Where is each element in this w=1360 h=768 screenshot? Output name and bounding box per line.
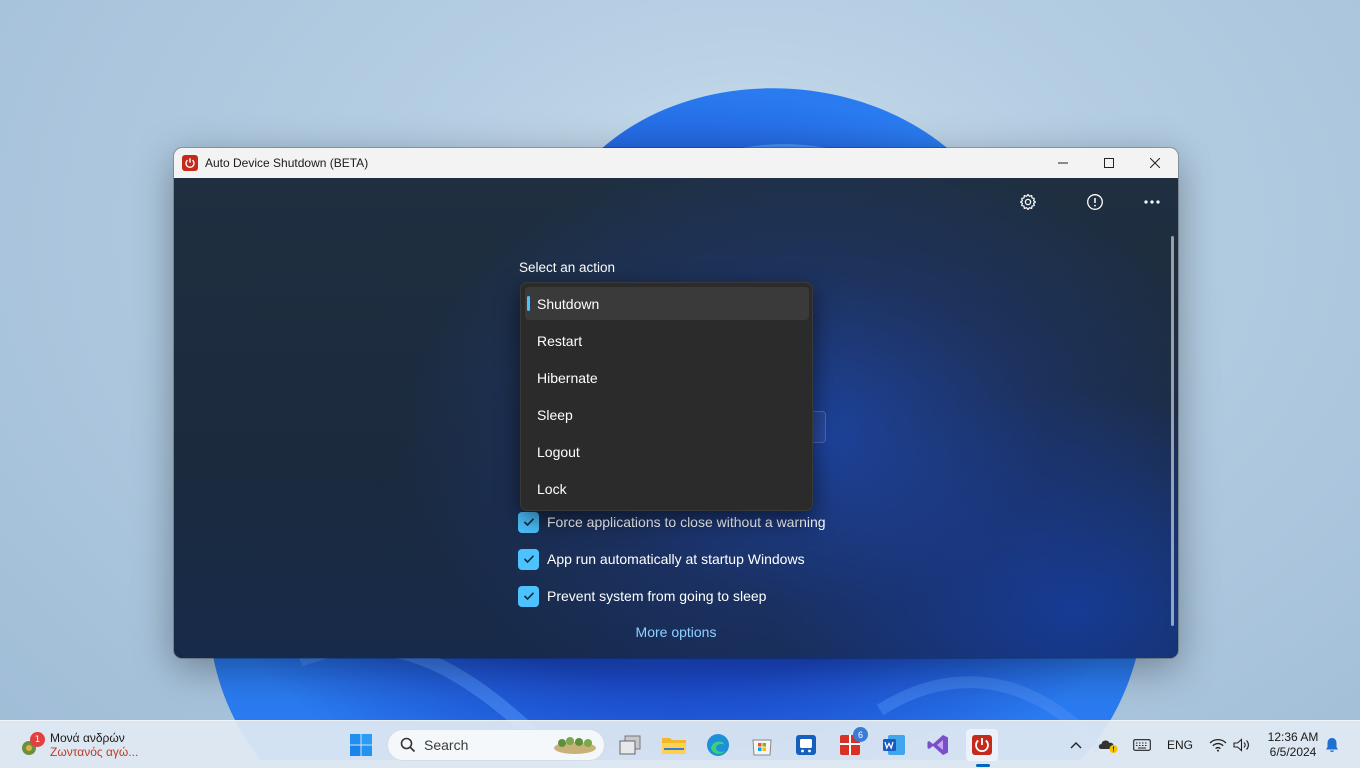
show-hidden-icons-button[interactable] [1062, 729, 1090, 761]
dropdown-option-restart[interactable]: Restart [525, 324, 809, 357]
info-icon [1087, 194, 1103, 210]
active-indicator [976, 764, 990, 767]
keyboard-icon [1133, 739, 1151, 751]
dropdown-option-logout[interactable]: Logout [525, 435, 809, 468]
dropdown-option-lock[interactable]: Lock [525, 472, 809, 505]
cloud-warning-icon [1098, 740, 1118, 753]
gear-icon [1020, 193, 1036, 211]
volume-button[interactable] [1228, 729, 1256, 761]
more-button[interactable] [1135, 188, 1169, 216]
visual-studio-button[interactable] [922, 729, 954, 761]
notification-badge: 6 [853, 727, 868, 742]
store-button[interactable] [746, 729, 778, 761]
checkmark-icon[interactable] [518, 585, 539, 607]
checkbox-label: Force applications to close without a wa… [547, 514, 826, 530]
checkbox-label: Prevent system from going to sleep [547, 588, 767, 604]
edge-icon [707, 734, 729, 756]
minimize-icon [1058, 162, 1068, 164]
file-explorer-button[interactable] [658, 729, 690, 761]
action-dropdown-list: Shutdown Restart Hibernate Sleep Logout … [520, 282, 813, 511]
search-highlight-icon [554, 737, 596, 754]
notifications-button[interactable] [1318, 729, 1346, 761]
more-options-link[interactable]: More options [174, 624, 1178, 640]
scrollbar[interactable] [1171, 236, 1174, 626]
wifi-icon [1209, 738, 1227, 752]
window-title: Auto Device Shutdown (BETA) [205, 156, 369, 170]
maximize-icon [1104, 158, 1114, 168]
option-label: Sleep [537, 406, 573, 423]
option-label: Lock [537, 480, 567, 497]
taskbar-search[interactable]: Search [387, 729, 605, 761]
transit-app-button[interactable] [790, 729, 822, 761]
chevron-up-icon [1070, 742, 1082, 749]
speaker-icon [1233, 738, 1249, 752]
checkmark-icon[interactable] [518, 548, 539, 570]
task-view-icon [619, 735, 641, 755]
checkbox-prevent-sleep[interactable]: Prevent system from going to sleep [518, 585, 766, 607]
edge-button[interactable] [702, 729, 734, 761]
task-view-button[interactable] [614, 729, 646, 761]
option-label: Hibernate [537, 369, 598, 386]
input-language[interactable]: ENG [1167, 738, 1193, 752]
auto-shutdown-app-button[interactable] [966, 729, 998, 767]
option-label: Restart [537, 332, 583, 349]
power-icon [182, 155, 198, 171]
onedrive-button[interactable] [1094, 729, 1122, 761]
search-icon [400, 737, 416, 753]
notification-badge: 1 [30, 732, 45, 747]
search-label: Search [424, 737, 469, 753]
touch-keyboard-button[interactable] [1128, 729, 1156, 761]
bus-icon [796, 735, 816, 755]
settings-button[interactable] [1011, 188, 1045, 216]
sports-icon: 1 [20, 732, 45, 756]
checkbox-label: App run automatically at startup Windows [547, 551, 805, 567]
option-label: Logout [537, 443, 580, 460]
dropdown-option-hibernate[interactable]: Hibernate [525, 361, 809, 394]
clock-time: 12:36 AM [1267, 730, 1319, 744]
dropdown-option-shutdown[interactable]: Shutdown [525, 287, 809, 320]
store-icon [752, 739, 772, 756]
taskbar: 1 Μονά ανδρών Ζωντανός αγώ... Search 6 E… [0, 720, 1360, 768]
minimize-button[interactable] [1040, 148, 1086, 178]
visual-studio-icon [927, 735, 948, 755]
start-button[interactable] [345, 729, 377, 761]
weather-widget[interactable]: 1 Μονά ανδρών Ζωντανός αγώ... [20, 727, 138, 763]
folder-icon [662, 738, 686, 754]
gift-app-button[interactable]: 6 [834, 727, 868, 761]
dropdown-option-sleep[interactable]: Sleep [525, 398, 809, 431]
word-icon [883, 735, 905, 755]
more-icon [1144, 200, 1160, 204]
bell-icon [1326, 738, 1338, 752]
widget-title: Μονά ανδρών [50, 731, 125, 745]
close-button[interactable] [1132, 148, 1178, 178]
widget-subtitle: Ζωντανός αγώ... [50, 745, 139, 759]
title-bar[interactable]: Auto Device Shutdown (BETA) [174, 148, 1178, 178]
select-action-label: Select an action [519, 260, 616, 275]
checkmark-icon[interactable] [518, 511, 539, 533]
clock[interactable]: 12:36 AM 6/5/2024 [1262, 730, 1324, 760]
word-button[interactable] [878, 729, 910, 761]
clock-date: 6/5/2024 [1269, 745, 1317, 759]
selection-indicator [527, 296, 530, 311]
checkbox-force-close[interactable]: Force applications to close without a wa… [518, 511, 826, 533]
option-label: Shutdown [537, 295, 600, 312]
power-icon [972, 735, 992, 755]
maximize-button[interactable] [1086, 148, 1132, 178]
checkbox-startup[interactable]: App run automatically at startup Windows [518, 548, 805, 570]
windows-icon [350, 734, 372, 756]
close-icon [1150, 158, 1160, 168]
info-button[interactable] [1078, 188, 1112, 216]
